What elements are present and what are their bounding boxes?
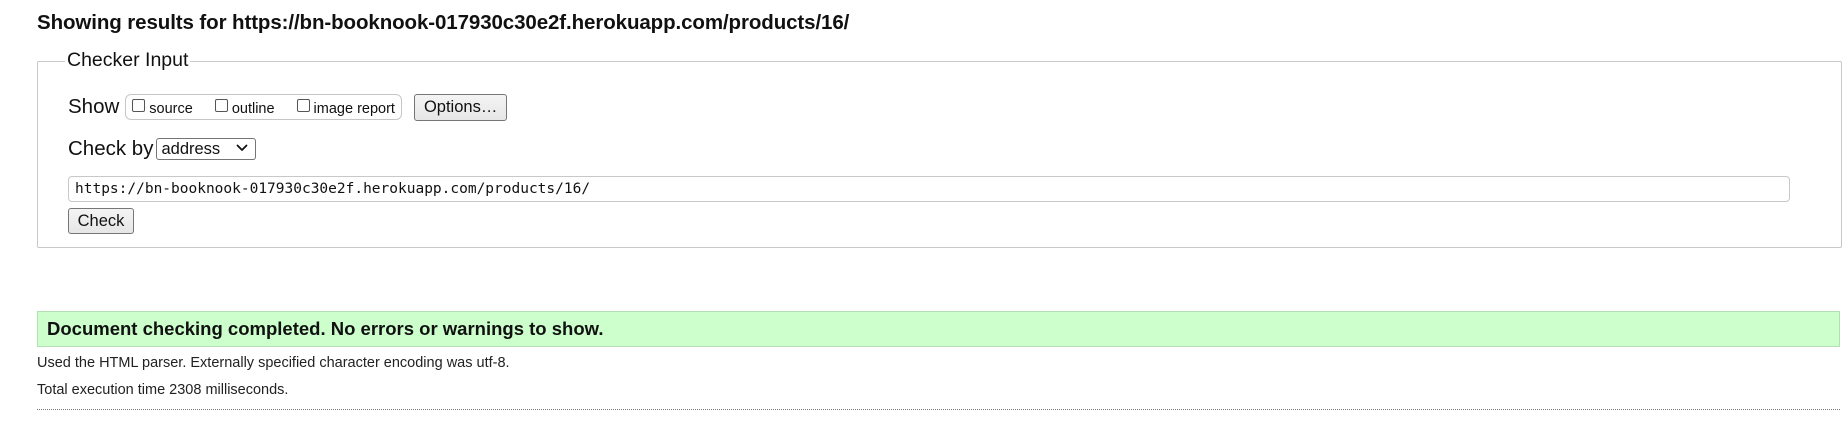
page-title: Showing results for https://bn-booknook-…	[37, 11, 850, 34]
check-by-select-value: address	[161, 139, 221, 158]
source-checkbox[interactable]	[132, 98, 146, 112]
checker-input-legend: Checker Input	[65, 48, 191, 72]
show-image-report-option[interactable]: image report	[296, 98, 395, 117]
check-by-select[interactable]: address	[156, 138, 257, 160]
outline-checkbox[interactable]	[214, 98, 228, 112]
outline-label: outline	[231, 101, 275, 117]
divider	[37, 409, 1840, 410]
show-options-row: Show source outline image report Options…	[68, 93, 508, 121]
show-label: Show	[68, 95, 120, 118]
check-button[interactable]: Check	[68, 208, 134, 234]
success-message: Document checking completed. No errors o…	[37, 311, 1840, 347]
checker-input-fieldset: Checker Input Show source outline image …	[37, 48, 1842, 248]
execution-time: Total execution time 2308 milliseconds.	[37, 382, 289, 398]
options-button[interactable]: Options…	[413, 93, 508, 121]
show-outline-option[interactable]: outline	[214, 98, 275, 117]
check-by-label: Check by	[68, 137, 154, 160]
image-report-checkbox[interactable]	[296, 98, 310, 112]
parser-info: Used the HTML parser. Externally specifi…	[37, 355, 510, 371]
chevron-down-icon	[237, 144, 248, 151]
source-label: source	[149, 101, 193, 117]
url-input[interactable]: https://bn-booknook-017930c30e2f.herokua…	[68, 176, 1790, 202]
image-report-label: image report	[313, 101, 395, 117]
show-source-option[interactable]: source	[132, 98, 193, 117]
show-options-group: source outline image report	[125, 94, 402, 120]
check-by-row: Check by address	[68, 136, 257, 162]
